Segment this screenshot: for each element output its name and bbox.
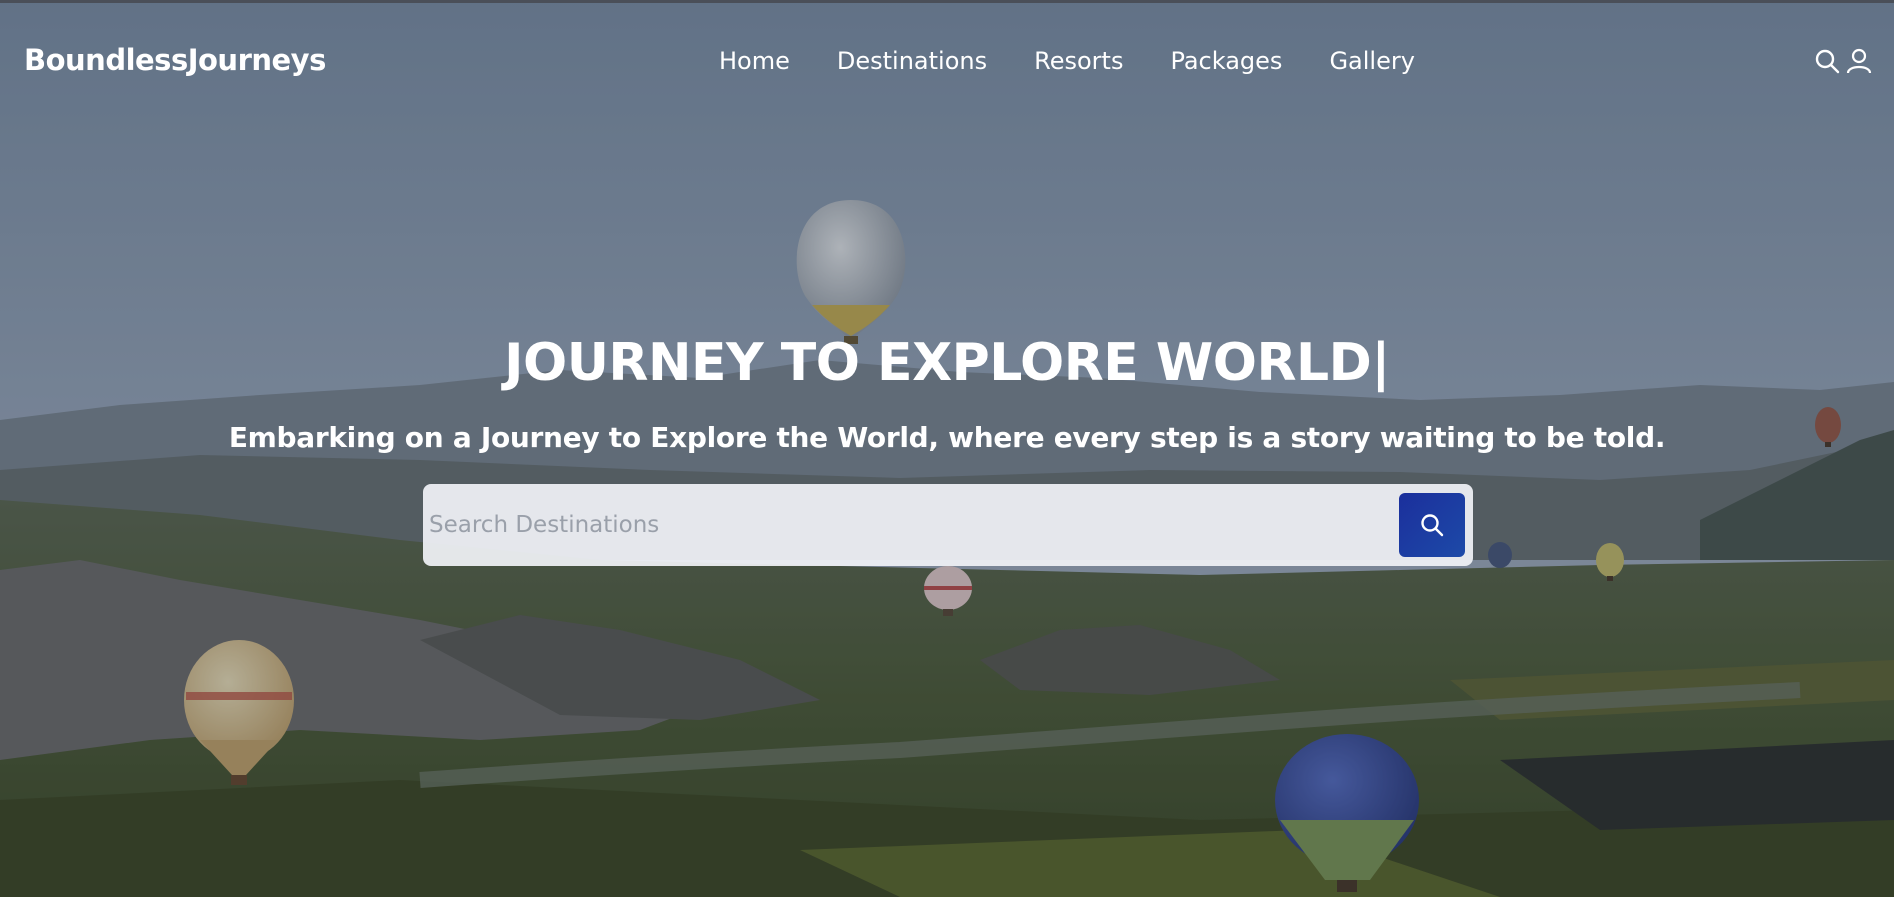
- nav-item-destinations[interactable]: Destinations: [837, 47, 987, 75]
- top-border: [0, 0, 1894, 3]
- nav-item-gallery[interactable]: Gallery: [1329, 47, 1414, 75]
- nav-icons: [1814, 48, 1872, 74]
- nav-item-home[interactable]: Home: [719, 47, 790, 75]
- destination-search-box: [423, 484, 1473, 566]
- main-nav: Home Destinations Resorts Packages Galle…: [719, 47, 1462, 75]
- brand-logo[interactable]: BoundlessJourneys: [24, 43, 326, 77]
- search-button[interactable]: [1399, 493, 1465, 557]
- nav-item-packages[interactable]: Packages: [1170, 47, 1282, 75]
- search-input[interactable]: [429, 484, 1429, 566]
- search-icon: [1421, 514, 1444, 537]
- hero-tagline: Embarking on a Journey to Explore the Wo…: [228, 421, 1666, 454]
- nav-item-resorts[interactable]: Resorts: [1034, 47, 1123, 75]
- user-icon[interactable]: [1846, 48, 1872, 74]
- hero-headline: JOURNEY TO EXPLORE WORLD|: [504, 333, 1390, 393]
- search-icon[interactable]: [1814, 48, 1840, 74]
- navbar: BoundlessJourneys Home Destinations Reso…: [0, 30, 1894, 96]
